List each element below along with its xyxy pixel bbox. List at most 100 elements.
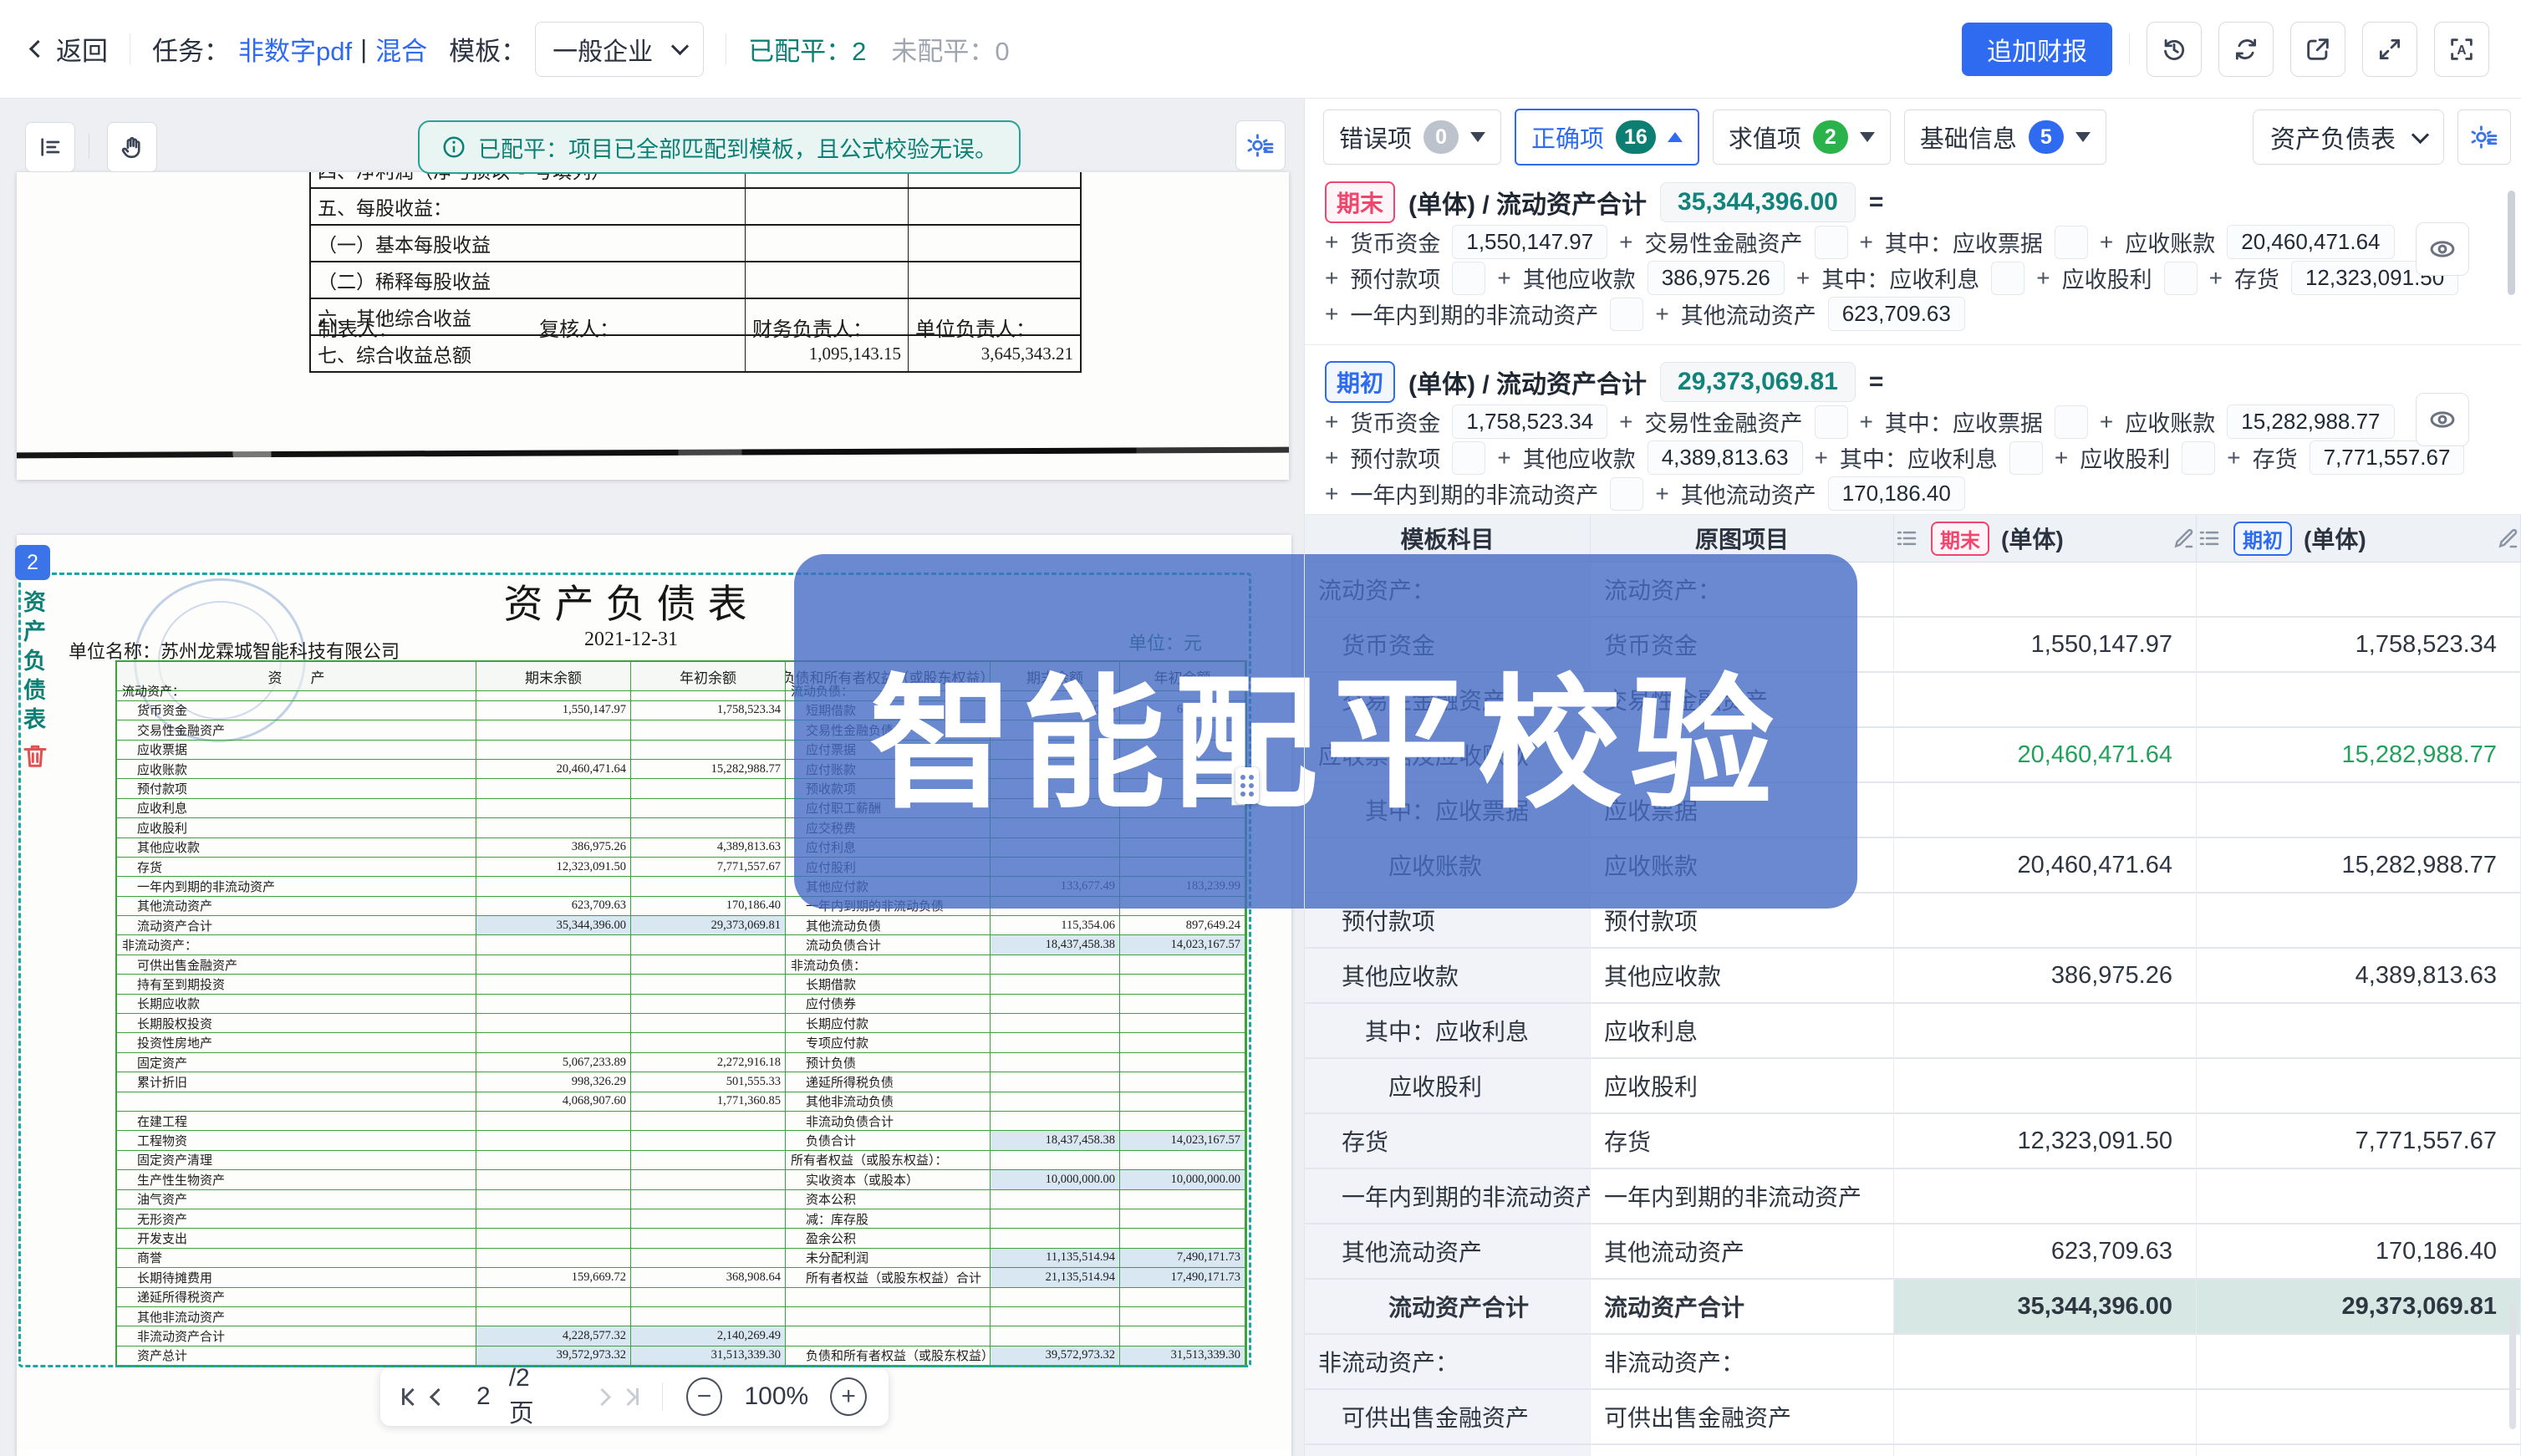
term-value-input[interactable]: 1,758,523.34	[1452, 405, 1607, 439]
filter-正确项[interactable]: 正确项16	[1515, 109, 1699, 165]
table-row[interactable]: 其他流动资产其他流动资产623,709.63170,186.40	[1305, 1224, 2521, 1280]
period-end-value-cell[interactable]: 20,460,471.64	[1894, 838, 2197, 893]
term-value-input[interactable]: 1,550,147.97	[1452, 225, 1607, 259]
period-begin-value-cell[interactable]: 7,771,557.67	[2197, 1114, 2521, 1169]
list-icon[interactable]	[1894, 526, 1919, 551]
period-end-value-cell[interactable]: 12,323,091.50	[1894, 1114, 2197, 1169]
preview-eye-button[interactable]	[2416, 222, 2469, 276]
term-value-input[interactable]: 623,709.63	[1828, 297, 1965, 331]
term-value-input-empty[interactable]	[2009, 441, 2043, 475]
ocr-button[interactable]: A	[2434, 22, 2489, 77]
term-value-input-empty[interactable]	[2055, 405, 2088, 439]
period-end-value-cell[interactable]	[1894, 1059, 2197, 1114]
term-value-input[interactable]: 15,282,988.77	[2227, 405, 2394, 439]
table-scrollbar[interactable]	[2509, 1304, 2516, 1429]
delete-sheet-button[interactable]	[20, 741, 50, 771]
period-begin-value-cell[interactable]: 170,186.40	[2197, 1224, 2521, 1280]
formula-total-value[interactable]: 35,344,396.00	[1660, 182, 1856, 222]
period-begin-value-cell[interactable]: 29,373,069.81	[2197, 1280, 2521, 1335]
table-row[interactable]: 其他应收款其他应收款386,975.264,389,813.63	[1305, 949, 2521, 1004]
period-begin-value-cell[interactable]	[2197, 673, 2521, 728]
period-begin-value-cell[interactable]: 15,282,988.77	[2197, 838, 2521, 893]
period-begin-value-cell[interactable]	[2197, 1059, 2521, 1114]
back-button[interactable]: 返回	[32, 30, 108, 68]
period-begin-value-cell[interactable]: 4,389,813.63	[2197, 949, 2521, 1004]
filter-错误项[interactable]: 错误项0	[1323, 109, 1501, 165]
sheet-type-select[interactable]: 资产负债表	[2253, 109, 2444, 165]
zoom-out-button[interactable]: −	[686, 1377, 723, 1416]
preview-eye-button[interactable]	[2416, 393, 2469, 446]
period-begin-value-cell[interactable]	[2197, 563, 2521, 618]
period-begin-value-cell[interactable]	[2197, 1390, 2521, 1445]
filter-求值项[interactable]: 求值项2	[1713, 109, 1891, 165]
term-value-input-empty[interactable]	[1452, 262, 1485, 295]
table-row[interactable]: 存货存货12,323,091.507,771,557.67	[1305, 1114, 2521, 1169]
table-row[interactable]: 一年内到期的非流动资产一年内到期的非流动资产	[1305, 1169, 2521, 1224]
pencil-icon[interactable]	[2171, 526, 2196, 551]
term-value-input-empty[interactable]	[2055, 226, 2088, 259]
term-value-input[interactable]: 4,389,813.63	[1648, 440, 1803, 475]
term-value-input-empty[interactable]	[2164, 262, 2198, 295]
period-end-value-cell[interactable]	[1894, 1169, 2197, 1224]
period-end-value-cell[interactable]: 20,460,471.64	[1894, 728, 2197, 783]
formula-settings-button[interactable]	[2457, 109, 2511, 165]
sync-button[interactable]	[2218, 22, 2274, 77]
last-page-button[interactable]	[622, 1388, 639, 1405]
period-end-value-cell[interactable]: 1,550,147.97	[1894, 618, 2197, 673]
term-value-input-empty[interactable]	[1815, 405, 1848, 439]
table-row[interactable]: 非流动资产：非流动资产：	[1305, 1335, 2521, 1390]
history-button[interactable]	[2147, 22, 2202, 77]
period-end-value-cell[interactable]	[1894, 783, 2197, 838]
term-value-input[interactable]: 20,460,471.64	[2227, 225, 2394, 259]
period-begin-value-cell[interactable]	[2197, 783, 2521, 838]
period-end-value-cell[interactable]	[1894, 563, 2197, 618]
outline-button[interactable]	[25, 122, 75, 172]
pencil-icon[interactable]	[2495, 526, 2520, 551]
prev-page-button[interactable]	[432, 1391, 445, 1403]
period-end-value-cell[interactable]	[1894, 1445, 2197, 1456]
add-report-button[interactable]: 追加财报	[1962, 23, 2112, 76]
period-end-value-cell[interactable]	[1894, 673, 2197, 728]
fullscreen-button[interactable]	[2362, 22, 2417, 77]
period-end-value-cell[interactable]	[1894, 1004, 2197, 1059]
period-end-value-cell[interactable]: 386,975.26	[1894, 949, 2197, 1004]
period-begin-value-cell[interactable]	[2197, 1335, 2521, 1390]
table-row[interactable]: 持有至到期投资持有至到期投资	[1305, 1445, 2521, 1456]
table-row[interactable]: 流动资产合计流动资产合计35,344,396.0029,373,069.81	[1305, 1280, 2521, 1335]
table-row[interactable]: 可供出售金融资产可供出售金融资产	[1305, 1390, 2521, 1445]
selection-drag-handle[interactable]	[1235, 767, 1259, 804]
first-page-button[interactable]	[402, 1388, 419, 1405]
export-button[interactable]	[2290, 22, 2345, 77]
period-end-value-cell[interactable]: 35,344,396.00	[1894, 1280, 2197, 1335]
list-icon[interactable]	[2197, 526, 2222, 551]
period-begin-value-cell[interactable]	[2197, 893, 2521, 949]
period-end-value-cell[interactable]	[1894, 1390, 2197, 1445]
term-value-input-empty[interactable]	[1610, 477, 1643, 511]
period-end-value-cell[interactable]: 623,709.63	[1894, 1224, 2197, 1280]
match-settings-button[interactable]	[1235, 120, 1286, 171]
term-value-input-empty[interactable]	[2182, 441, 2215, 475]
term-value-input-empty[interactable]	[1815, 226, 1848, 259]
period-begin-value-cell[interactable]: 15,282,988.77	[2197, 728, 2521, 783]
period-begin-value-cell[interactable]	[2197, 1445, 2521, 1456]
period-begin-value-cell[interactable]	[2197, 1169, 2521, 1224]
next-page-button[interactable]	[596, 1391, 609, 1403]
period-begin-value-cell[interactable]: 1,758,523.34	[2197, 618, 2521, 673]
term-value-input-empty[interactable]	[1991, 262, 2024, 295]
sheet-type-vertical-label[interactable]: 资产负债表	[17, 590, 49, 736]
period-end-value-cell[interactable]	[1894, 893, 2197, 949]
filter-基础信息[interactable]: 基础信息5	[1904, 109, 2106, 165]
table-row[interactable]: 其中：应收利息应收利息	[1305, 1004, 2521, 1059]
formula-total-value[interactable]: 29,373,069.81	[1660, 362, 1856, 402]
table-row[interactable]: 应收股利应收股利	[1305, 1059, 2521, 1114]
term-value-input-empty[interactable]	[1610, 298, 1643, 331]
term-value-input[interactable]: 170,186.40	[1828, 476, 1965, 511]
period-begin-value-cell[interactable]	[2197, 1004, 2521, 1059]
zoom-in-button[interactable]: +	[830, 1377, 867, 1416]
panel-scrollbar[interactable]	[2508, 191, 2515, 295]
period-end-value-cell[interactable]	[1894, 1335, 2197, 1390]
hand-tool-button[interactable]	[107, 122, 157, 172]
current-page-input[interactable]: 2	[476, 1382, 491, 1411]
term-value-input-empty[interactable]	[1452, 441, 1485, 475]
template-select[interactable]: 一般企业	[535, 22, 704, 77]
